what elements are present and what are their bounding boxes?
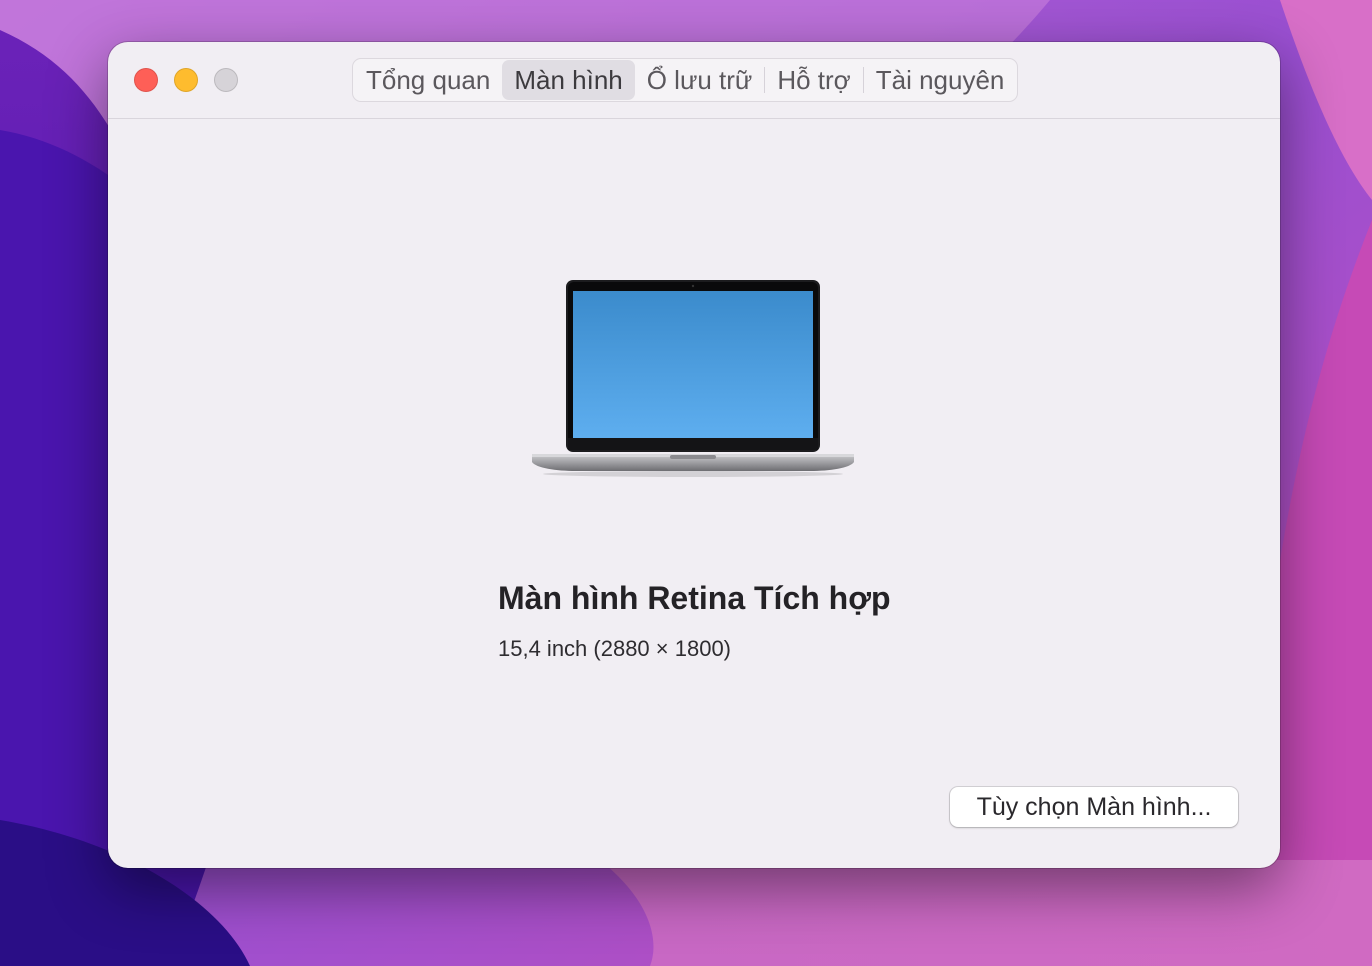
tab-support[interactable]: Hỗ trợ	[765, 60, 862, 100]
tab-bar: Tổng quan Màn hình Ổ lưu trữ Hỗ trợ Tài …	[352, 58, 1019, 102]
tab-resources[interactable]: Tài nguyên	[864, 60, 1017, 100]
macbook-pro-laptop-icon	[532, 280, 854, 477]
tab-overview[interactable]: Tổng quan	[354, 60, 502, 100]
display-spec: 15,4 inch (2880 × 1800)	[498, 636, 732, 661]
minimize-icon[interactable]	[174, 68, 198, 92]
display-name: Màn hình Retina Tích hợp	[498, 580, 891, 616]
display-preferences-button[interactable]: Tùy chọn Màn hình...	[950, 787, 1238, 827]
tab-storage[interactable]: Ổ lưu trữ	[635, 60, 765, 100]
close-icon[interactable]	[134, 68, 158, 92]
titlebar: Tổng quan Màn hình Ổ lưu trữ Hỗ trợ Tài …	[108, 42, 1280, 119]
tab-displays[interactable]: Màn hình	[502, 60, 635, 100]
system-information-window: Tổng quan Màn hình Ổ lưu trữ Hỗ trợ Tài …	[108, 42, 1280, 868]
zoom-icon[interactable]	[214, 68, 238, 92]
